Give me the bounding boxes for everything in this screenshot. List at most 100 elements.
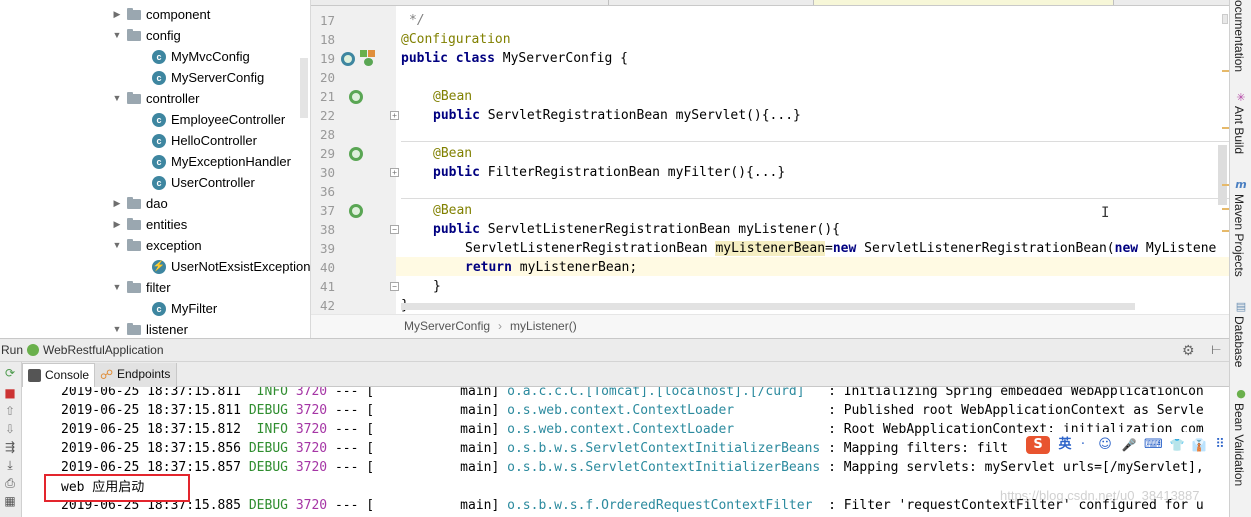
log-timestamp: 2019-06-25 18:37:15.811 [61, 403, 242, 418]
tree-folder-listener[interactable]: ▼ listener [111, 319, 188, 338]
gear-icon[interactable]: ⚙ [1182, 339, 1195, 361]
tree-folder-config[interactable]: ▼ config [111, 25, 181, 46]
ime-punctuation-toggle[interactable]: · [1076, 436, 1090, 454]
editor-tabs-strip[interactable] [311, 0, 1229, 6]
chevron-right-icon[interactable]: ▶ [111, 4, 123, 25]
tree-label: MyFilter [171, 301, 218, 316]
tree-class-employeecontroller[interactable]: c EmployeeController [152, 109, 285, 130]
warning-stripe[interactable] [1222, 184, 1229, 186]
log-line: 2019-06-25 18:37:15.811 INFO 3720 --- [ … [61, 387, 1204, 401]
scroll-to-end-icon[interactable]: ⤓ [2, 458, 18, 472]
horizontal-scrollbar[interactable] [401, 303, 1135, 310]
tool-tab-bean-validation[interactable]: Bean Validation [1232, 403, 1246, 486]
microphone-icon[interactable]: 🎤 [1120, 436, 1138, 454]
stop-icon[interactable]: ■ [2, 386, 18, 400]
editor-tab[interactable] [814, 0, 1114, 5]
tree-class-hellocontroller[interactable]: c HelloController [152, 130, 257, 151]
spring-config-icon[interactable] [341, 52, 355, 66]
code-editor[interactable]: 17 18 19 20 21 22 28 29 30 36 37 38 39 4… [311, 0, 1229, 338]
line-number: 36 [319, 184, 335, 199]
code-line-21: @Bean [433, 89, 473, 104]
tree-folder-exception[interactable]: ▼ exception [111, 235, 202, 256]
tool-tab-maven-projects[interactable]: Maven Projects [1232, 194, 1246, 277]
line-number: 19 [319, 51, 335, 66]
line-number: 18 [319, 32, 335, 47]
rerun-icon[interactable]: ⟳ [2, 366, 18, 380]
chevron-down-icon[interactable]: ▼ [111, 88, 123, 109]
chevron-right-icon[interactable]: ▶ [111, 214, 123, 235]
tree-label: config [146, 28, 181, 43]
print-icon[interactable]: ⎙ [2, 476, 18, 490]
spring-bean-icon[interactable] [349, 204, 363, 218]
tool-tab-documentation[interactable]: ocumentation [1232, 0, 1246, 72]
tree-class-usercontroller[interactable]: c UserController [152, 172, 255, 193]
breadcrumb: MyServerConfig › myListener() [311, 314, 1229, 338]
tree-class-myserverconfig[interactable]: c MyServerConfig [152, 67, 264, 88]
breadcrumb-item[interactable]: myListener() [510, 319, 577, 333]
chevron-right-icon[interactable]: ▶ [111, 193, 123, 214]
tree-scrollbar[interactable] [300, 58, 308, 118]
log-timestamp: 2019-06-25 18:37:15.811 [61, 387, 242, 399]
ime-menu-icon[interactable]: ⠿ [1212, 436, 1228, 454]
run-config-name[interactable]: WebRestfulApplication [43, 339, 164, 361]
tree-class-myexceptionhandler[interactable]: c MyExceptionHandler [152, 151, 291, 172]
tool-tab-ant-build[interactable]: Ant Build [1232, 106, 1246, 154]
fold-expand-icon[interactable]: + [390, 111, 399, 120]
dump-threads-icon[interactable]: ▦ [2, 494, 18, 508]
down-arrow-icon[interactable]: ⇩ [2, 422, 18, 436]
folder-icon [127, 28, 141, 41]
tab-console[interactable]: Console [22, 363, 97, 387]
tree-class-mymvcconfig[interactable]: c MyMvcConfig [152, 46, 250, 67]
fold-collapse-icon[interactable]: − [390, 225, 399, 234]
warning-stripe[interactable] [1222, 208, 1229, 210]
keyboard-icon[interactable]: ⌨ [1144, 436, 1163, 454]
fold-collapse-icon[interactable]: − [390, 282, 399, 291]
tree-folder-component[interactable]: ▶ component [111, 4, 211, 25]
minimize-icon[interactable]: ⊢ [1211, 339, 1221, 361]
emoji-icon[interactable]: ☺ [1096, 436, 1114, 454]
tree-class-usernotexsistexception[interactable]: ⚡ UserNotExsistException [152, 256, 310, 277]
inspection-status-icon[interactable] [1222, 14, 1228, 24]
spring-bean-icon[interactable] [349, 90, 363, 104]
soft-wrap-icon[interactable]: ⇶ [2, 440, 18, 454]
warning-stripe[interactable] [1222, 230, 1229, 232]
warning-stripe[interactable] [1222, 70, 1229, 72]
chevron-down-icon[interactable]: ▼ [111, 277, 123, 298]
highlight-annotation-text: web 应用启动 [61, 480, 145, 495]
tool-tab-database[interactable]: Database [1232, 316, 1246, 367]
chevron-down-icon[interactable]: ▼ [111, 25, 123, 46]
chevron-down-icon[interactable]: ▼ [111, 235, 123, 256]
warning-stripe[interactable] [1222, 127, 1229, 129]
up-arrow-icon[interactable]: ⇧ [2, 404, 18, 418]
tree-label: component [146, 7, 211, 22]
chevron-down-icon[interactable]: ▼ [111, 319, 123, 338]
line-number: 37 [319, 203, 335, 218]
fold-expand-icon[interactable]: + [390, 168, 399, 177]
log-pid: 3720 [295, 460, 328, 475]
spring-bean-icon[interactable] [349, 147, 363, 161]
tree-folder-filter[interactable]: ▼ filter [111, 277, 171, 298]
tab-label: Endpoints [117, 367, 171, 381]
vertical-scrollbar[interactable] [1218, 145, 1227, 205]
tab-endpoints[interactable]: ☍ Endpoints [94, 363, 178, 387]
spring-bean-gutter-icon[interactable] [360, 50, 376, 66]
breadcrumb-item[interactable]: MyServerConfig [404, 319, 490, 333]
editor-tab[interactable] [609, 0, 814, 5]
tree-folder-dao[interactable]: ▶ dao [111, 193, 168, 214]
tree-class-myfilter[interactable]: c MyFilter [152, 298, 217, 319]
sogou-logo-icon[interactable]: S [1026, 436, 1050, 454]
ime-toolbar: S 英 · ☺ 🎤 ⌨ 👕 👔 ⠿ [1026, 432, 1229, 458]
project-tree: ▶ component ▼ config c MyMvcConfig c MyS… [0, 0, 311, 338]
log-level: DEBUG [248, 403, 288, 418]
tree-folder-controller[interactable]: ▼ controller [111, 88, 200, 109]
ime-language-toggle[interactable]: 英 [1056, 436, 1074, 454]
code-line-41: } [433, 279, 441, 294]
tree-folder-entities[interactable]: ▶ entities [111, 214, 188, 235]
skin-icon[interactable]: 👕 [1168, 436, 1186, 454]
tree-label: listener [146, 322, 188, 337]
toolbox-icon[interactable]: 👔 [1190, 436, 1208, 454]
tree-label: HelloController [171, 133, 257, 148]
log-pid: 3720 [295, 387, 328, 399]
editor-tab[interactable] [459, 0, 609, 5]
folder-icon [127, 7, 141, 20]
